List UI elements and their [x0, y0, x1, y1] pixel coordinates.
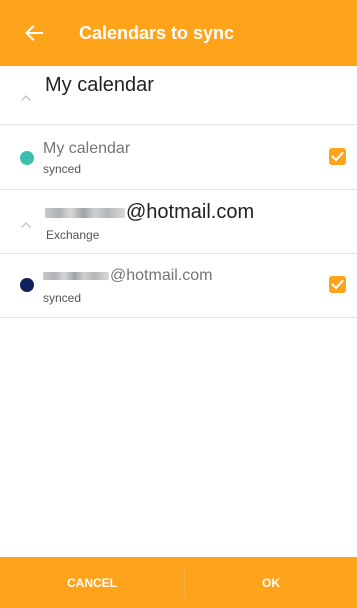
group-title: @hotmail.com — [45, 201, 254, 224]
checkmark-icon — [331, 279, 344, 290]
group-title: My calendar — [45, 74, 154, 96]
cancel-button[interactable]: CANCEL — [0, 557, 184, 608]
calendar-name: @hotmail.com — [43, 267, 213, 285]
app-bar: Calendars to sync — [0, 0, 357, 66]
group-title-text: @hotmail.com — [126, 201, 255, 223]
calendar-name: My calendar — [43, 140, 131, 157]
calendar-status: synced — [43, 162, 82, 176]
group-header-hotmail[interactable]: @hotmail.com Exchange — [0, 190, 357, 254]
arrow-left-icon — [25, 25, 43, 41]
sync-checkbox[interactable] — [329, 148, 346, 165]
group-subtitle: Exchange — [46, 228, 100, 242]
page-title: Calendars to sync — [79, 23, 235, 43]
checkmark-icon — [331, 151, 344, 162]
calendar-color-dot — [20, 278, 34, 292]
back-button[interactable] — [20, 19, 48, 47]
redacted-account-name — [43, 271, 109, 280]
calendars-to-sync-screen: Calendars to sync My calendar My calenda… — [0, 0, 357, 608]
bottom-action-bar: CANCEL OK — [0, 557, 357, 608]
calendar-name-text: @hotmail.com — [110, 267, 213, 284]
chevron-up-icon — [21, 95, 31, 101]
redacted-account-name — [45, 207, 125, 218]
ok-button[interactable]: OK — [185, 557, 357, 608]
chevron-up-icon — [21, 222, 31, 228]
calendar-row-hotmail[interactable]: @hotmail.com synced — [0, 254, 357, 318]
calendar-status: synced — [43, 291, 82, 305]
calendar-row-my-calendar[interactable]: My calendar synced — [0, 125, 357, 190]
sync-checkbox[interactable] — [329, 276, 346, 293]
calendar-color-dot — [20, 151, 34, 165]
group-header-my-calendar[interactable]: My calendar — [0, 66, 357, 125]
